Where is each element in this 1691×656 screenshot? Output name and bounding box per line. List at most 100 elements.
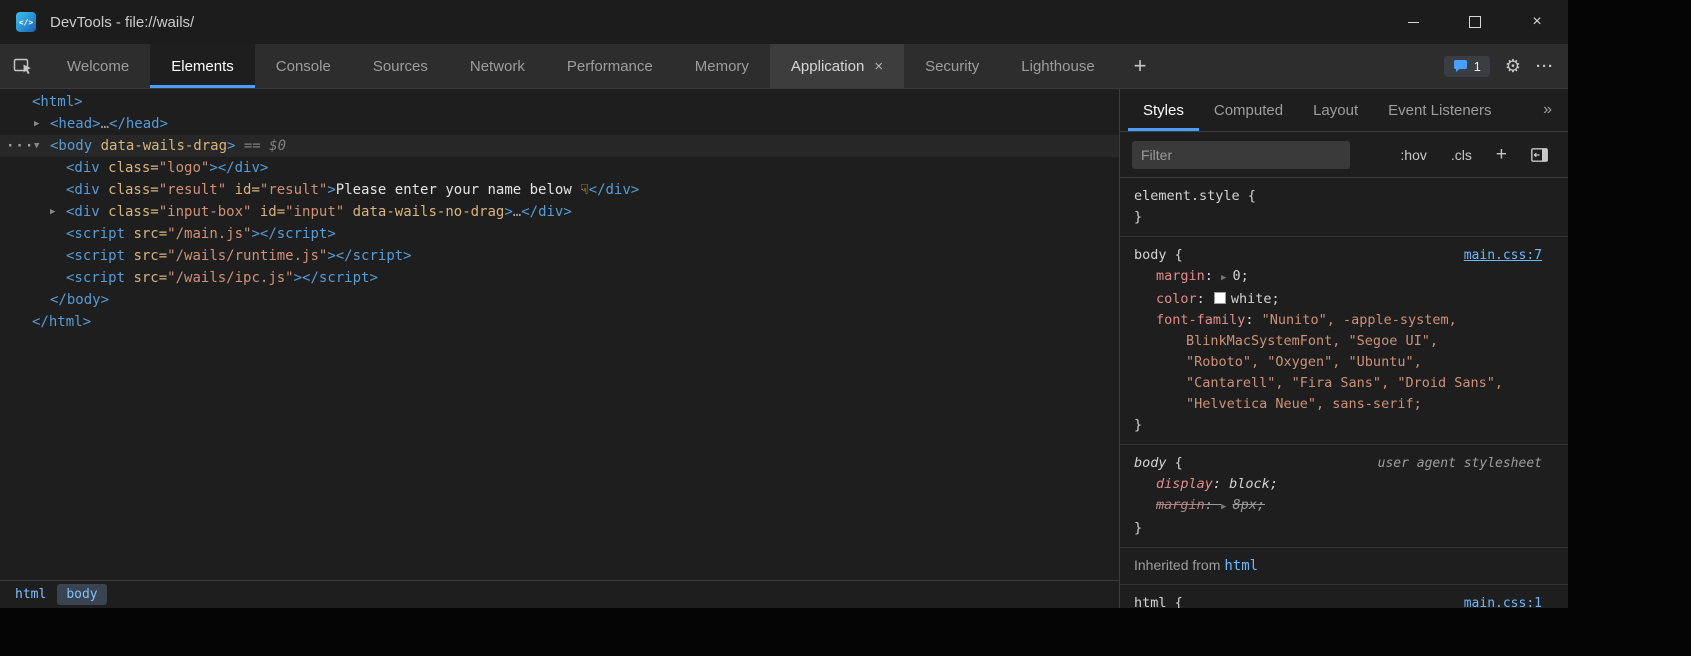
new-style-rule-button[interactable]: + [1496,145,1507,164]
inspect-element-button[interactable] [0,44,46,88]
css-declaration[interactable]: font-family: "Nunito", -apple-system, [1134,310,1542,331]
settings-gear-icon[interactable]: ⚙ [1505,57,1521,75]
tab-label: Memory [695,58,749,75]
breadcrumb-item-html[interactable]: html [6,584,55,605]
sidebar-tabs-overflow-icon[interactable]: » [1527,89,1568,131]
css-property-value: block [1229,476,1270,492]
tab-label: Security [925,58,979,75]
tab-welcome[interactable]: Welcome [46,44,150,88]
more-options-icon[interactable]: ··· [1536,59,1554,74]
expand-shorthand-icon[interactable]: ▶ [1221,273,1226,283]
expand-shorthand-icon[interactable]: ▶ [1221,502,1226,512]
css-declaration[interactable]: margin: ▶0; [1134,266,1542,289]
rule-selector-line: body {main.css:7 [1134,245,1542,266]
css-property-value: 8px [1232,497,1256,513]
window-controls: × [1382,0,1568,44]
issues-counter[interactable]: 1 [1444,56,1490,77]
dom-tree-row[interactable]: <div class="logo"></div> [0,157,1119,179]
stylesheet-link[interactable]: main.css:1 [1464,593,1542,608]
inherited-from-link[interactable]: html [1224,558,1258,574]
close-icon: × [1532,14,1541,30]
dom-tree-row[interactable]: ···▼<body data-wails-drag> == $0 [0,135,1119,157]
issues-bubble-icon [1453,59,1468,73]
dom-tree-row[interactable]: <script src="/wails/runtime.js"></script… [0,245,1119,267]
window-title: DevTools - file://wails/ [50,14,194,31]
tab-lighthouse[interactable]: Lighthouse [1000,44,1115,88]
inspect-icon [13,56,33,76]
tab-network[interactable]: Network [449,44,546,88]
rule-selector[interactable]: html [1134,593,1167,608]
title-bar: </> DevTools - file://wails/ × [0,0,1568,44]
stylesheet-origin-note: user agent stylesheet [1378,453,1542,474]
style-rule: element.style {} [1120,178,1568,237]
minimize-button[interactable] [1382,0,1444,44]
css-declaration[interactable]: color: white; [1134,289,1542,310]
styles-filter-input[interactable] [1132,141,1350,169]
chevron-down-icon[interactable]: ▼ [34,135,39,157]
tab-sources[interactable]: Sources [352,44,449,88]
maximize-button[interactable] [1444,0,1506,44]
tab-memory[interactable]: Memory [674,44,770,88]
css-property-value: 0 [1232,268,1240,284]
panel-tabs: Welcome Elements ConsoleSourcesNetwork Perf… [46,44,1116,88]
toggle-element-state-button[interactable]: :hov [1400,147,1426,163]
element-classes-button[interactable]: .cls [1451,147,1472,163]
tab-label: Elements [171,58,234,75]
dom-tree-row[interactable]: <div class="result" id="result">Please e… [0,179,1119,201]
dom-tree-row[interactable]: </html> [0,311,1119,333]
close-tab-icon[interactable]: × [874,59,883,74]
elements-panel: <html>▶<head>…</head>···▼<body data-wail… [0,89,1119,608]
stylesheet-link[interactable]: main.css:7 [1464,245,1542,266]
tab-elements[interactable]: Elements [150,44,255,88]
issues-count: 1 [1474,59,1481,74]
css-property-name: color [1156,291,1197,307]
tab-application[interactable]: Application × [770,44,904,88]
tab-label: Performance [567,58,653,75]
styles-sidebar: StylesComputedLayoutEvent Listeners » :ho… [1120,89,1568,608]
css-property-value: "Nunito", -apple-system, [1262,312,1457,328]
css-property-name: margin [1156,268,1205,284]
dom-tree-row[interactable]: <script src="/main.js"></script> [0,223,1119,245]
rule-selector[interactable]: body [1134,453,1167,474]
rule-selector[interactable]: body [1134,245,1167,266]
tab-label: Application [791,58,864,75]
css-property-name: font-family [1156,312,1245,328]
add-tab-button[interactable]: + [1116,44,1165,88]
css-property-value: white [1231,291,1272,307]
minimize-icon [1408,22,1419,23]
breadcrumb-item-body[interactable]: body [57,584,106,605]
css-declaration[interactable]: display: block; [1134,474,1542,495]
dom-tree-row[interactable]: ▶<head>…</head> [0,113,1119,135]
filter-row-actions: :hov .cls + [1400,145,1556,164]
dom-tree-row[interactable]: ▶<div class="input-box" id="input" data-… [0,201,1119,223]
devtools-tab-bar: Welcome Elements ConsoleSourcesNetwork Perf… [0,44,1568,89]
devtools-window: </> DevTools - file://wails/ × Welcome El… [0,0,1568,608]
dom-tree-row[interactable]: <html> [0,91,1119,113]
dom-tree-row[interactable]: </body> [0,289,1119,311]
screen: </> DevTools - file://wails/ × Welcome El… [0,0,1691,656]
css-declaration[interactable]: margin: ▶8px; [1134,495,1542,518]
chevron-right-icon[interactable]: ▶ [50,201,55,223]
dom-tree-row[interactable]: <script src="/wails/ipc.js"></script> [0,267,1119,289]
css-property-name: margin [1156,497,1205,513]
breadcrumb: htmlbody [0,580,1119,608]
more-actions-icon[interactable]: ··· [6,135,34,157]
tab-console[interactable]: Console [255,44,352,88]
css-property-name: display [1156,476,1213,492]
sidebar-tab-styles[interactable]: Styles [1128,89,1199,131]
rule-selector[interactable]: element.style [1134,186,1240,207]
css-property-value-wrap: "Helvetica Neue", sans-serif; [1134,394,1542,415]
close-button[interactable]: × [1506,0,1568,44]
style-rule: html {main.css:1background-color: rgba(3… [1120,585,1568,608]
tab-performance[interactable]: Performance [546,44,674,88]
toggle-sidebar-icon[interactable] [1531,148,1548,162]
color-swatch[interactable] [1214,292,1226,304]
css-property-value-wrap: BlinkMacSystemFont, "Segoe UI", [1134,331,1542,352]
css-property-value-wrap: "Cantarell", "Fira Sans", "Droid Sans", [1134,373,1542,394]
sidebar-tabs: StylesComputedLayoutEvent Listeners » [1120,89,1568,132]
sidebar-tab-layout[interactable]: Layout [1298,89,1373,131]
tab-security[interactable]: Security [904,44,1000,88]
sidebar-tab-computed[interactable]: Computed [1199,89,1298,131]
sidebar-tab-event-listeners[interactable]: Event Listeners [1373,89,1506,131]
chevron-right-icon[interactable]: ▶ [34,113,39,135]
